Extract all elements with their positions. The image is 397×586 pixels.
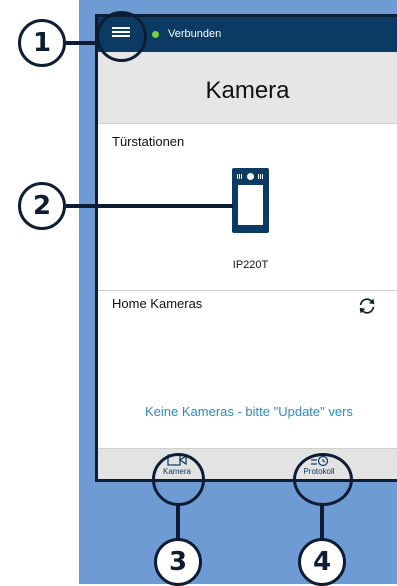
speaker-grille-right — [258, 174, 264, 179]
callout-line-2 — [66, 204, 233, 208]
home-cameras-label: Home Kameras — [112, 296, 203, 311]
header: Kamera — [98, 52, 397, 123]
speaker-grille-left — [237, 174, 243, 179]
connection-status-text: Verbunden — [168, 28, 222, 40]
connection-status-dot — [152, 31, 159, 38]
door-station-icon[interactable] — [232, 168, 269, 233]
callout-3: 3 — [154, 538, 202, 586]
highlight-circle-1 — [96, 11, 147, 62]
callout-4: 4 — [298, 538, 346, 586]
callout-line-3 — [176, 505, 180, 541]
callout-1: 1 — [18, 19, 66, 67]
door-station-name[interactable]: IP220T — [98, 259, 397, 271]
door-stations-label: Türstationen — [112, 134, 185, 149]
callout-line-1 — [66, 41, 100, 45]
refresh-icon[interactable] — [356, 295, 378, 317]
page-title: Kamera — [205, 77, 290, 104]
highlight-circle-4 — [293, 453, 353, 506]
callout-line-4 — [320, 505, 324, 541]
app-screen: Verbunden Kamera Türstationen IP220T Hom… — [95, 14, 397, 482]
empty-cameras-message[interactable]: Keine Kameras - bitte "Update" vers — [145, 404, 353, 419]
camera-lens-icon — [247, 173, 254, 180]
highlight-circle-3 — [152, 453, 205, 506]
door-station-display — [238, 185, 263, 225]
callout-2: 2 — [18, 182, 66, 230]
home-cameras-section: Home Kameras Keine Kameras - bitte "Upda… — [98, 290, 397, 449]
